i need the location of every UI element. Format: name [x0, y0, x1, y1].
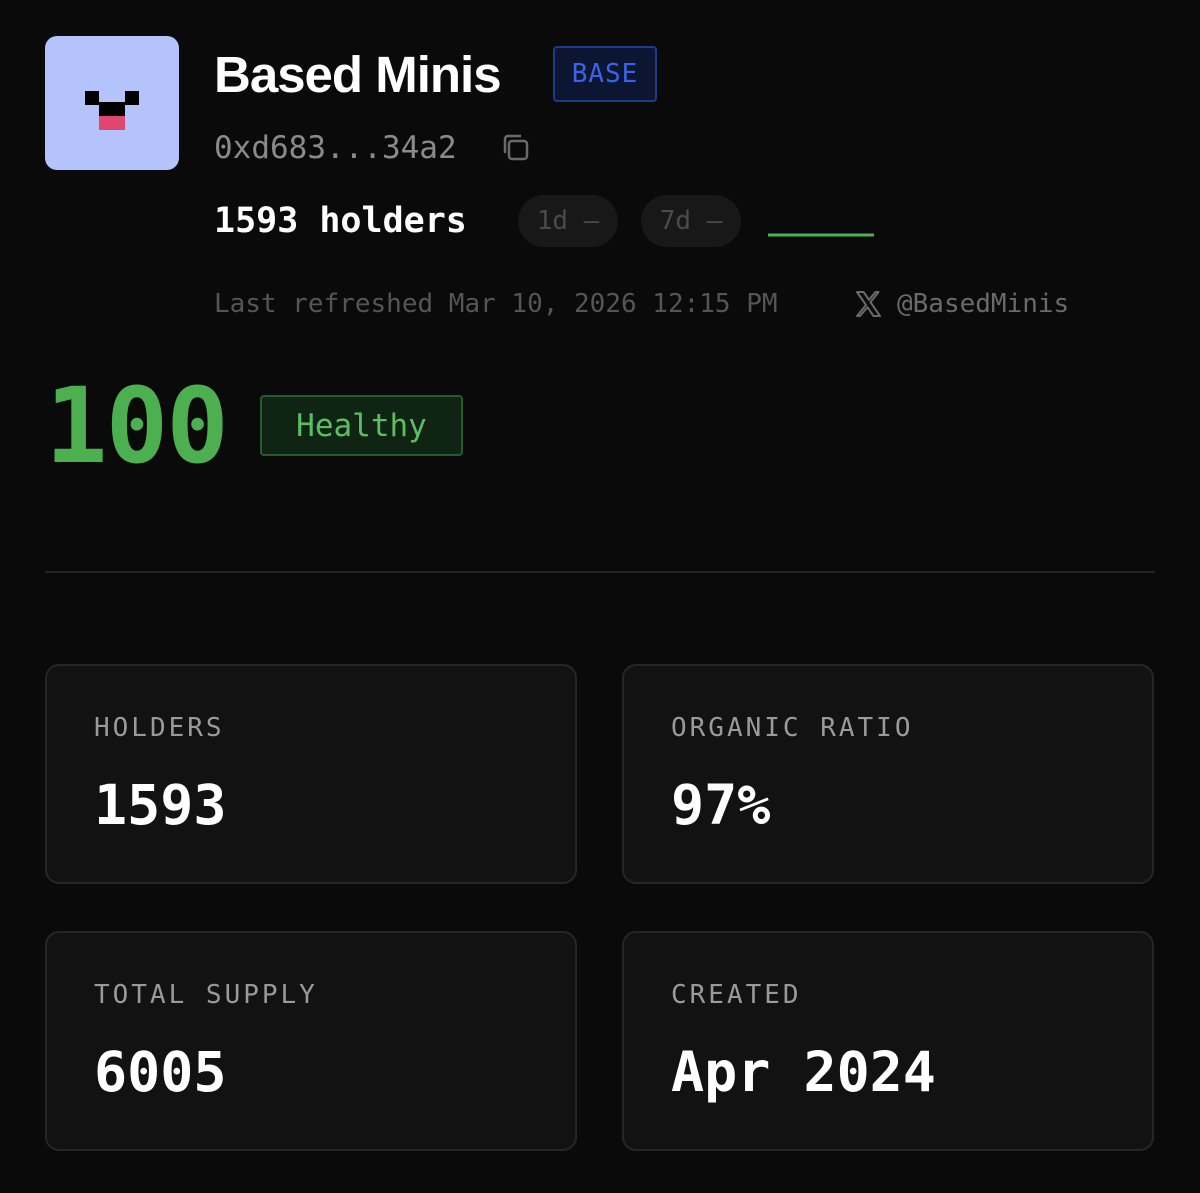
- stat-card-total-supply: TOTAL SUPPLY 6005: [45, 931, 577, 1151]
- change-1d-pill[interactable]: 1d —: [518, 195, 618, 247]
- health-score: 100: [45, 365, 229, 487]
- stat-label: CREATED: [671, 980, 802, 1010]
- health-status-badge: Healthy: [260, 395, 463, 456]
- social-handle-link[interactable]: @BasedMinis: [897, 286, 1069, 322]
- chain-badge: BASE: [553, 46, 657, 102]
- section-divider: [45, 571, 1155, 573]
- x-icon[interactable]: [852, 288, 884, 320]
- stat-label: ORGANIC RATIO: [671, 713, 914, 743]
- stat-value: 97%: [671, 773, 771, 837]
- copy-icon[interactable]: [499, 131, 533, 165]
- contract-address: 0xd683...34a2: [214, 130, 457, 166]
- stat-card-holders: HOLDERS 1593: [45, 664, 577, 884]
- stat-value: 6005: [94, 1040, 227, 1104]
- stat-card-organic-ratio: ORGANIC RATIO 97%: [622, 664, 1154, 884]
- collection-title: Based Minis: [214, 46, 502, 103]
- stat-value: Apr 2024: [671, 1040, 936, 1104]
- holders-sparkline: [768, 233, 874, 237]
- stat-label: HOLDERS: [94, 713, 225, 743]
- stat-card-created: CREATED Apr 2024: [622, 931, 1154, 1151]
- stat-label: TOTAL SUPPLY: [94, 980, 318, 1010]
- pixel-face-icon: [85, 91, 139, 130]
- change-7d-pill[interactable]: 7d —: [641, 195, 741, 247]
- collection-avatar: [45, 36, 179, 170]
- stat-value: 1593: [94, 773, 227, 837]
- holders-count: 1593 holders: [214, 201, 467, 241]
- last-refreshed: Last refreshed Mar 10, 2026 12:15 PM: [214, 289, 778, 319]
